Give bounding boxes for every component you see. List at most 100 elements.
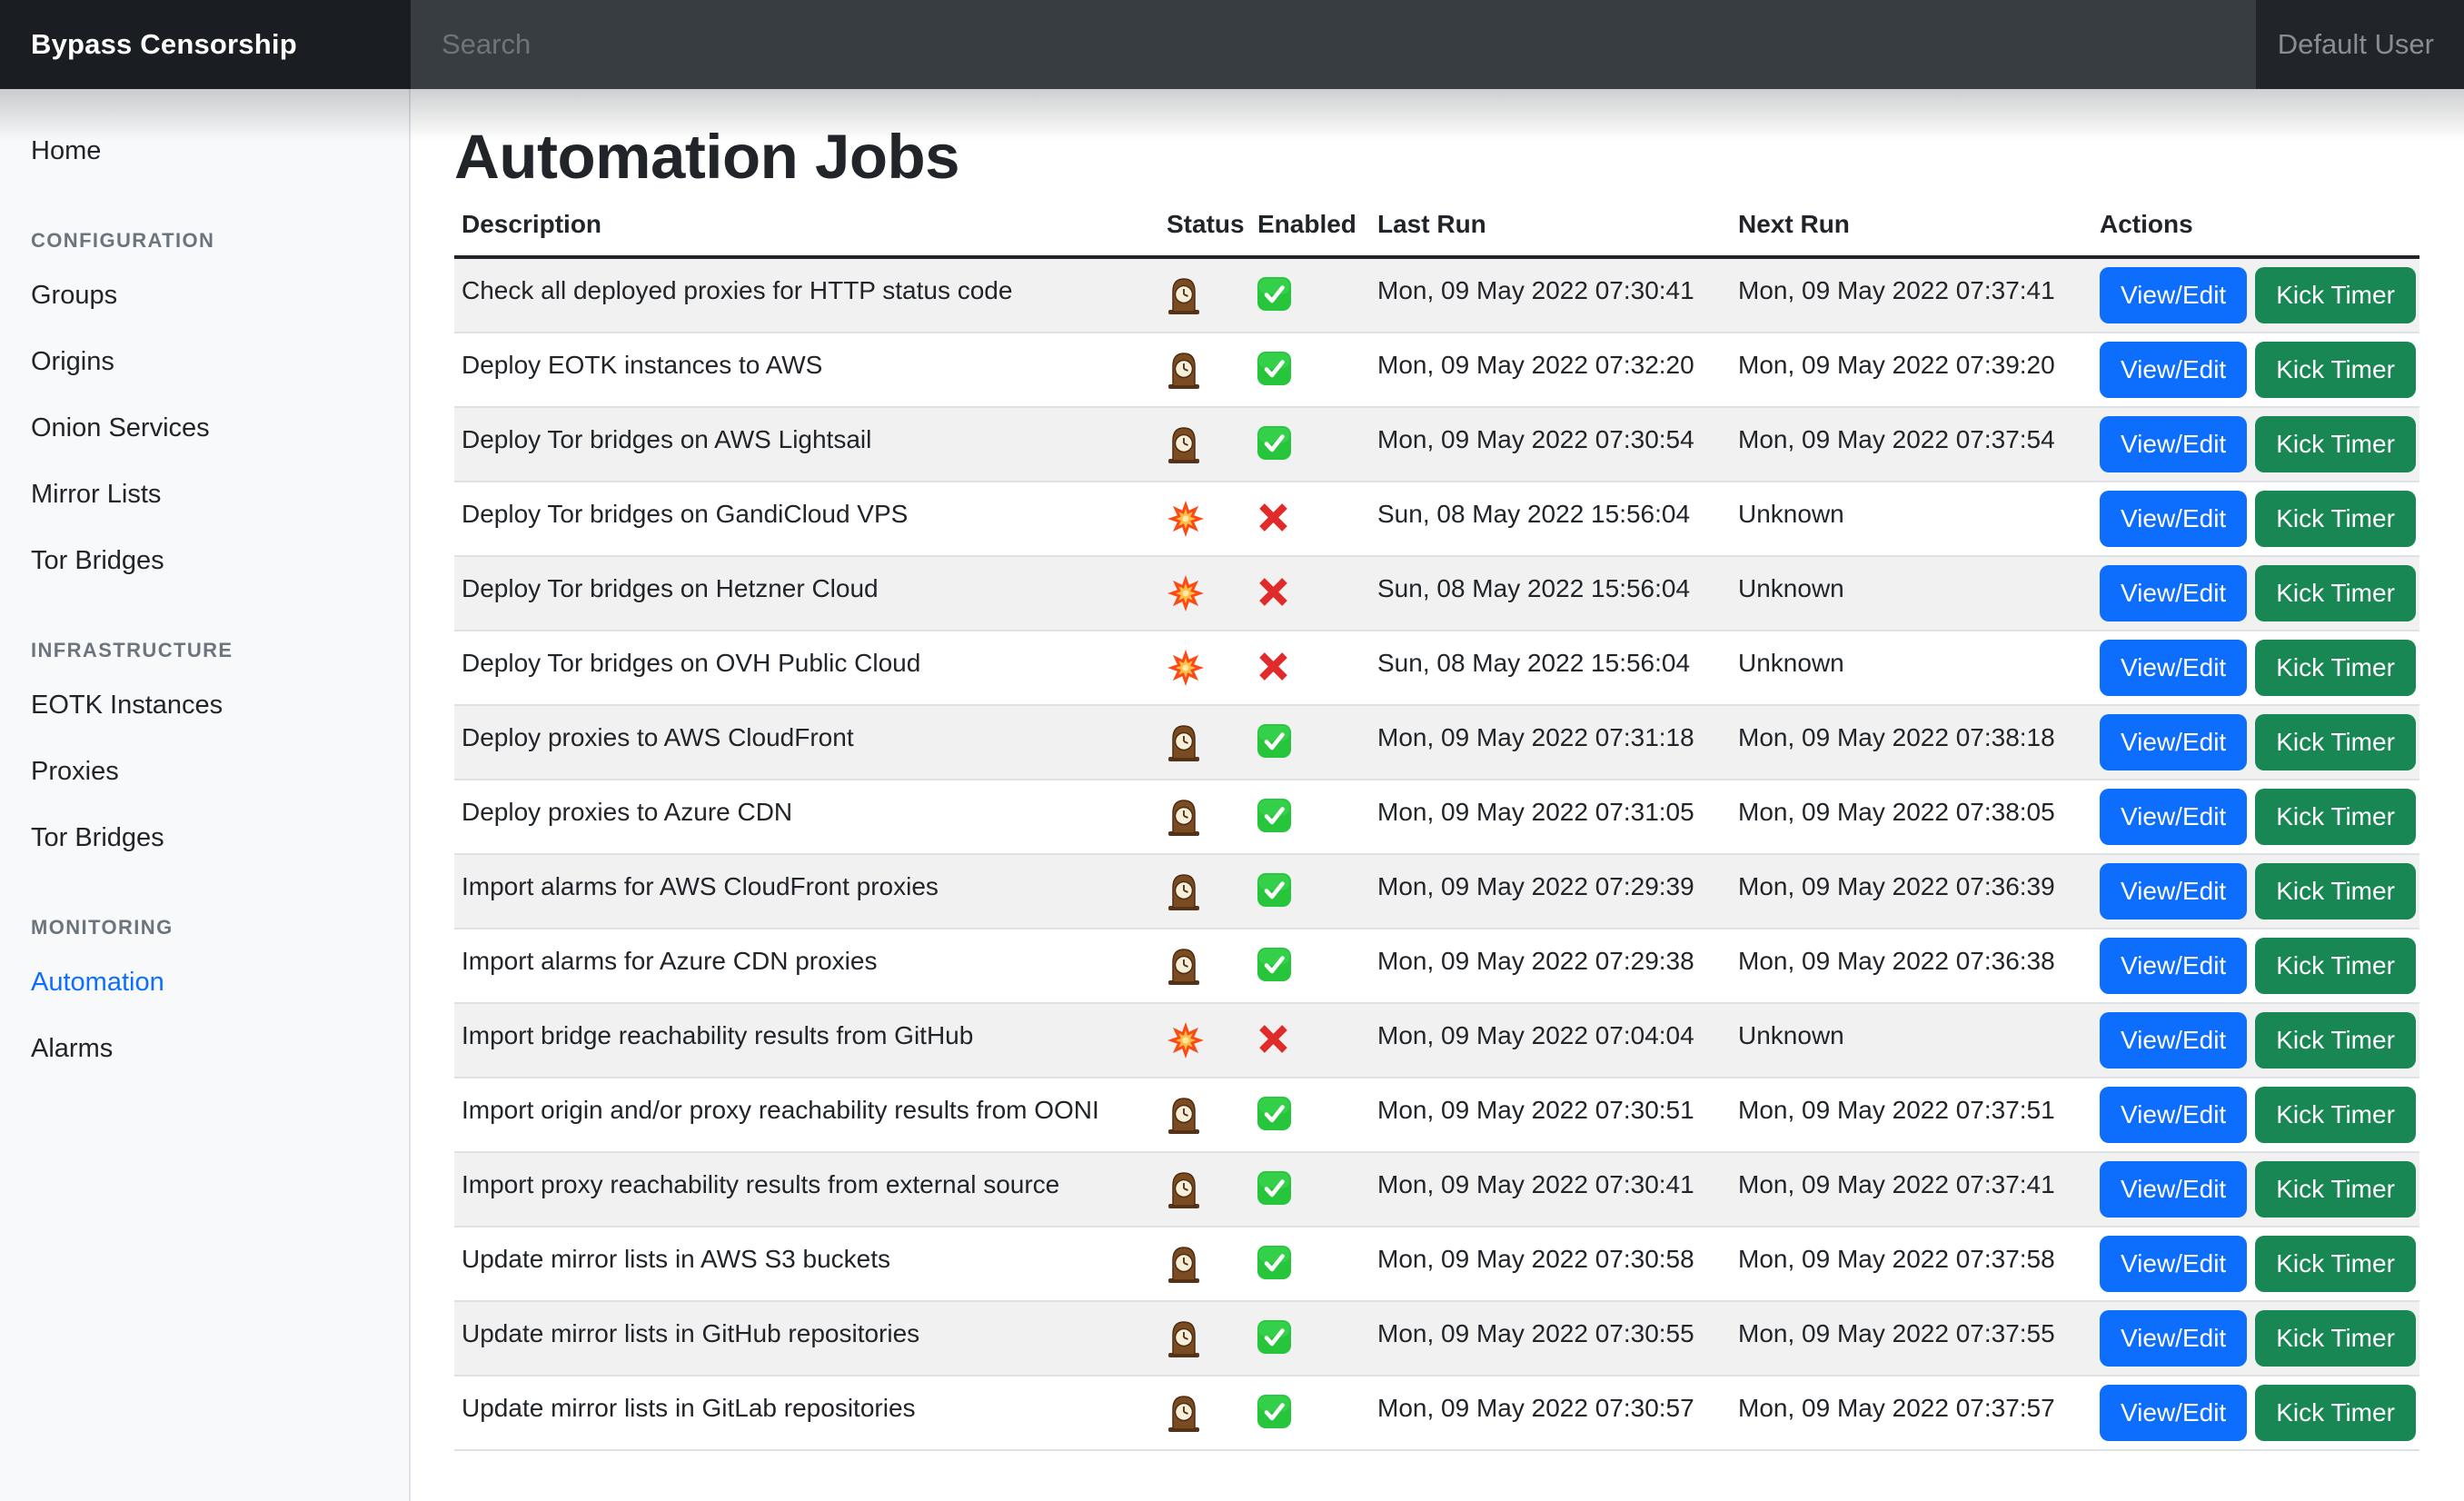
job-description: Deploy proxies to Azure CDN (454, 780, 1159, 854)
job-next-run: Unknown (1731, 631, 2092, 705)
job-next-run: Mon, 09 May 2022 07:37:57 (1731, 1376, 2092, 1450)
job-last-run: Mon, 09 May 2022 07:30:57 (1370, 1376, 1731, 1450)
column-header-next-run: Next Run (1731, 194, 2092, 257)
page-title: Automation Jobs (454, 125, 2464, 188)
kick-timer-button[interactable]: Kick Timer (2255, 714, 2416, 770)
job-actions-cell: View/EditKick Timer (2092, 631, 2419, 705)
kick-timer-button[interactable]: Kick Timer (2255, 789, 2416, 845)
kick-timer-button[interactable]: Kick Timer (2255, 416, 2416, 472)
sidebar-item-eotk-instances[interactable]: EOTK Instances (0, 672, 409, 739)
user-menu-link[interactable]: Default User (2278, 28, 2434, 61)
kick-timer-button[interactable]: Kick Timer (2255, 1385, 2416, 1441)
job-actions-cell: View/EditKick Timer (2092, 1376, 2419, 1450)
kick-timer-button[interactable]: Kick Timer (2255, 1087, 2416, 1143)
check-mark-icon (1257, 948, 1291, 992)
job-last-run: Mon, 09 May 2022 07:30:41 (1370, 1152, 1731, 1227)
kick-timer-button[interactable]: Kick Timer (2255, 267, 2416, 323)
view-edit-button[interactable]: View/Edit (2100, 491, 2247, 547)
kick-timer-button[interactable]: Kick Timer (2255, 565, 2416, 621)
table-header: Description Status Enabled Last Run Next… (454, 194, 2419, 257)
job-description: Import alarms for Azure CDN proxies (454, 929, 1159, 1003)
job-description: Deploy EOTK instances to AWS (454, 333, 1159, 407)
view-edit-button[interactable]: View/Edit (2100, 1012, 2247, 1069)
job-actions-cell: View/EditKick Timer (2092, 1152, 2419, 1227)
search-input[interactable] (411, 0, 2256, 89)
cross-mark-icon (1257, 1023, 1289, 1066)
check-mark-icon (1257, 1395, 1291, 1439)
sidebar-item-proxies[interactable]: Proxies (0, 739, 409, 805)
sidebar-item-home[interactable]: Home (0, 118, 409, 184)
sidebar-item-alarms[interactable]: Alarms (0, 1016, 409, 1082)
view-edit-button[interactable]: View/Edit (2100, 938, 2247, 994)
job-enabled-cell (1250, 1376, 1370, 1450)
job-description: Import bridge reachability results from … (454, 1003, 1159, 1078)
view-edit-button[interactable]: View/Edit (2100, 1161, 2247, 1218)
view-edit-button[interactable]: View/Edit (2100, 416, 2247, 472)
view-edit-button[interactable]: View/Edit (2100, 267, 2247, 323)
job-next-run: Unknown (1731, 1003, 2092, 1078)
view-edit-button[interactable]: View/Edit (2100, 863, 2247, 919)
view-edit-button[interactable]: View/Edit (2100, 714, 2247, 770)
view-edit-button[interactable]: View/Edit (2100, 1236, 2247, 1292)
job-enabled-cell (1250, 1227, 1370, 1301)
job-enabled-cell (1250, 631, 1370, 705)
kick-timer-button[interactable]: Kick Timer (2255, 1161, 2416, 1218)
brand-link[interactable]: Bypass Censorship (0, 0, 411, 89)
check-mark-icon (1257, 873, 1291, 918)
view-edit-button[interactable]: View/Edit (2100, 1310, 2247, 1367)
job-last-run: Mon, 09 May 2022 07:30:41 (1370, 257, 1731, 333)
job-last-run: Mon, 09 May 2022 07:30:54 (1370, 407, 1731, 482)
kick-timer-button[interactable]: Kick Timer (2255, 1236, 2416, 1292)
job-row: Update mirror lists in GitHub repositori… (454, 1301, 2419, 1376)
mantel-clock-icon (1167, 349, 1201, 401)
view-edit-button[interactable]: View/Edit (2100, 640, 2247, 696)
sidebar-item-groups[interactable]: Groups (0, 263, 409, 329)
job-row: Import origin and/or proxy reachability … (454, 1078, 2419, 1152)
job-status-cell (1159, 1376, 1250, 1450)
job-enabled-cell (1250, 482, 1370, 556)
job-row: Deploy proxies to AWS CloudFrontMon, 09 … (454, 705, 2419, 780)
view-edit-button[interactable]: View/Edit (2100, 1385, 2247, 1441)
view-edit-button[interactable]: View/Edit (2100, 565, 2247, 621)
job-last-run: Sun, 08 May 2022 15:56:04 (1370, 482, 1731, 556)
job-enabled-cell (1250, 929, 1370, 1003)
kick-timer-button[interactable]: Kick Timer (2255, 342, 2416, 398)
job-status-cell (1159, 1301, 1250, 1376)
job-last-run: Mon, 09 May 2022 07:31:05 (1370, 780, 1731, 854)
job-next-run: Mon, 09 May 2022 07:37:54 (1731, 407, 2092, 482)
sidebar-item-tor-bridges[interactable]: Tor Bridges (0, 528, 409, 594)
job-status-cell (1159, 257, 1250, 333)
job-description: Deploy proxies to AWS CloudFront (454, 705, 1159, 780)
sidebar-item-tor-bridges[interactable]: Tor Bridges (0, 805, 409, 871)
job-description: Deploy Tor bridges on OVH Public Cloud (454, 631, 1159, 705)
kick-timer-button[interactable]: Kick Timer (2255, 863, 2416, 919)
job-status-cell (1159, 1227, 1250, 1301)
check-mark-icon (1257, 1171, 1291, 1216)
sidebar-item-mirror-lists[interactable]: Mirror Lists (0, 462, 409, 528)
kick-timer-button[interactable]: Kick Timer (2255, 640, 2416, 696)
job-description: Update mirror lists in AWS S3 buckets (454, 1227, 1159, 1301)
job-description: Deploy Tor bridges on AWS Lightsail (454, 407, 1159, 482)
collision-icon (1167, 574, 1205, 623)
job-actions-cell: View/EditKick Timer (2092, 929, 2419, 1003)
sidebar-item-onion-services[interactable]: Onion Services (0, 395, 409, 462)
kick-timer-button[interactable]: Kick Timer (2255, 491, 2416, 547)
job-status-cell (1159, 1078, 1250, 1152)
job-enabled-cell (1250, 333, 1370, 407)
job-actions-cell: View/EditKick Timer (2092, 482, 2419, 556)
job-actions-cell: View/EditKick Timer (2092, 705, 2419, 780)
job-enabled-cell (1250, 1003, 1370, 1078)
job-row: Update mirror lists in AWS S3 bucketsMon… (454, 1227, 2419, 1301)
kick-timer-button[interactable]: Kick Timer (2255, 938, 2416, 994)
kick-timer-button[interactable]: Kick Timer (2255, 1012, 2416, 1069)
kick-timer-button[interactable]: Kick Timer (2255, 1310, 2416, 1367)
view-edit-button[interactable]: View/Edit (2100, 1087, 2247, 1143)
sidebar-item-automation[interactable]: Automation (0, 949, 409, 1016)
view-edit-button[interactable]: View/Edit (2100, 789, 2247, 845)
sidebar-item-origins[interactable]: Origins (0, 329, 409, 395)
view-edit-button[interactable]: View/Edit (2100, 342, 2247, 398)
cross-mark-icon (1257, 502, 1289, 544)
job-row: Update mirror lists in GitLab repositori… (454, 1376, 2419, 1450)
mantel-clock-icon (1167, 1243, 1201, 1295)
check-mark-icon (1257, 724, 1291, 769)
